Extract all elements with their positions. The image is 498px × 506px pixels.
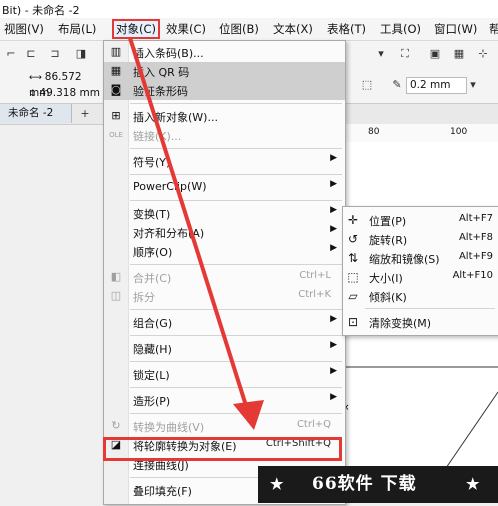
watermark-banner: ★ 66软件 下载 ★ xyxy=(258,466,498,503)
star-icon: ★ xyxy=(466,475,480,493)
watermark-text: 66软件 下载 xyxy=(312,474,417,494)
annotation-arrow xyxy=(128,37,264,430)
star-icon: ★ xyxy=(270,475,284,493)
